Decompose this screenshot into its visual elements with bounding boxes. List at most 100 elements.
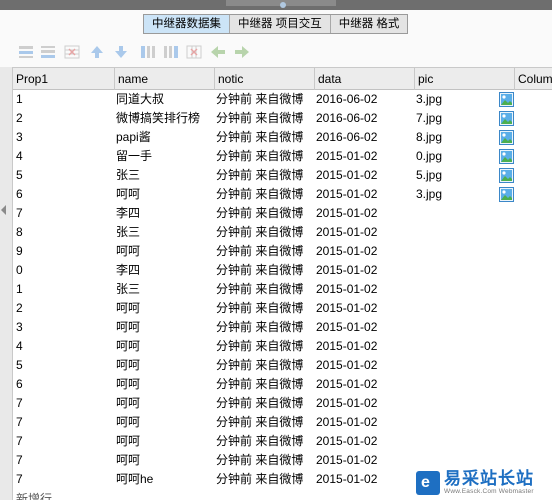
- cell-name[interactable]: 李四: [113, 204, 213, 223]
- table-row[interactable]: 0 李四 分钟前 来自微博 2015-01-02: [13, 261, 552, 280]
- cell-pic[interactable]: [413, 318, 493, 337]
- cell-data[interactable]: 2015-01-02: [313, 166, 413, 185]
- add-row-above-icon[interactable]: [18, 45, 34, 59]
- cell-prop1[interactable]: 9: [13, 242, 113, 261]
- cell-prop1[interactable]: 6: [13, 185, 113, 204]
- cell-data[interactable]: 2016-06-02: [313, 128, 413, 147]
- cell-data[interactable]: 2015-01-02: [313, 280, 413, 299]
- cell-name[interactable]: 呵呵: [113, 242, 213, 261]
- table-row[interactable]: 6 呵呵 分钟前 来自微博 2015-01-02: [13, 375, 552, 394]
- cell-pic[interactable]: [413, 356, 493, 375]
- move-right-icon[interactable]: [234, 45, 250, 59]
- cell-pic[interactable]: [413, 223, 493, 242]
- cell-notic[interactable]: 分钟前 来自微博: [213, 337, 313, 356]
- cell-notic[interactable]: 分钟前 来自微博: [213, 299, 313, 318]
- cell-notic[interactable]: 分钟前 来自微博: [213, 147, 313, 166]
- cell-notic[interactable]: 分钟前 来自微博: [213, 413, 313, 432]
- cell-pic[interactable]: [413, 337, 493, 356]
- cell-prop1[interactable]: 7: [13, 394, 113, 413]
- cell-name[interactable]: 微博搞笑排行榜: [113, 109, 213, 128]
- cell-name[interactable]: 呵呵: [113, 413, 213, 432]
- table-row[interactable]: 7 呵呵 分钟前 来自微博 2015-01-02: [13, 413, 552, 432]
- column-header-prop1[interactable]: Prop1: [13, 68, 115, 90]
- table-row[interactable]: 1 同道大叔 分钟前 来自微博 2016-06-02 3.jpg: [13, 90, 552, 109]
- cell-pic[interactable]: [413, 394, 493, 413]
- cell-prop1[interactable]: 5: [13, 166, 113, 185]
- table-row[interactable]: 7 呵呵 分钟前 来自微博 2015-01-02: [13, 394, 552, 413]
- cell-name[interactable]: 同道大叔: [113, 90, 213, 109]
- add-column-right-icon[interactable]: [163, 45, 179, 59]
- cell-prop1[interactable]: 4: [13, 147, 113, 166]
- cell-pic[interactable]: 5.jpg: [413, 166, 493, 185]
- cell-pic[interactable]: [413, 299, 493, 318]
- cell-name[interactable]: 呵呵: [113, 299, 213, 318]
- cell-prop1[interactable]: 1: [13, 90, 113, 109]
- cell-notic[interactable]: 分钟前 来自微博: [213, 394, 313, 413]
- tab-repeater-dataset[interactable]: 中继器数据集: [144, 15, 230, 33]
- cell-data[interactable]: 2015-01-02: [313, 375, 413, 394]
- cell-prop1[interactable]: 7: [13, 204, 113, 223]
- cell-prop1[interactable]: 2: [13, 299, 113, 318]
- cell-pic[interactable]: 3.jpg: [413, 90, 493, 109]
- table-row[interactable]: 2 微博搞笑排行榜 分钟前 来自微博 2016-06-02 7.jpg: [13, 109, 552, 128]
- column-header-pic[interactable]: pic: [415, 68, 515, 90]
- table-row[interactable]: 5 呵呵 分钟前 来自微博 2015-01-02: [13, 356, 552, 375]
- cell-name[interactable]: papi酱: [113, 128, 213, 147]
- cell-prop1[interactable]: 7: [13, 470, 113, 489]
- cell-data[interactable]: 2015-01-02: [313, 242, 413, 261]
- image-thumbnail-icon[interactable]: [499, 149, 514, 164]
- cell-name[interactable]: 呵呵: [113, 318, 213, 337]
- cell-data[interactable]: 2015-01-02: [313, 318, 413, 337]
- cell-pic[interactable]: [413, 375, 493, 394]
- cell-data[interactable]: 2015-01-02: [313, 223, 413, 242]
- cell-pic[interactable]: [413, 261, 493, 280]
- cell-notic[interactable]: 分钟前 来自微博: [213, 451, 313, 470]
- cell-pic[interactable]: 3.jpg: [413, 185, 493, 204]
- cell-notic[interactable]: 分钟前 来自微博: [213, 166, 313, 185]
- table-row[interactable]: 1 张三 分钟前 来自微博 2015-01-02: [13, 280, 552, 299]
- cell-prop1[interactable]: 7: [13, 432, 113, 451]
- image-thumbnail-icon[interactable]: [499, 130, 514, 145]
- cell-pic[interactable]: 7.jpg: [413, 109, 493, 128]
- table-row[interactable]: 9 呵呵 分钟前 来自微博 2015-01-02: [13, 242, 552, 261]
- cell-pic[interactable]: [413, 204, 493, 223]
- cell-pic[interactable]: 8.jpg: [413, 128, 493, 147]
- column-header-notic[interactable]: notic: [215, 68, 315, 90]
- cell-pic[interactable]: [413, 280, 493, 299]
- cell-notic[interactable]: 分钟前 来自微博: [213, 128, 313, 147]
- cell-data[interactable]: 2015-01-02: [313, 299, 413, 318]
- cell-notic[interactable]: 分钟前 来自微博: [213, 185, 313, 204]
- cell-prop1[interactable]: 6: [13, 375, 113, 394]
- cell-notic[interactable]: 分钟前 来自微博: [213, 242, 313, 261]
- cell-name[interactable]: 呵呵he: [113, 470, 213, 489]
- cell-name[interactable]: 呵呵: [113, 432, 213, 451]
- cell-name[interactable]: 张三: [113, 166, 213, 185]
- cell-data[interactable]: 2015-01-02: [313, 394, 413, 413]
- cell-notic[interactable]: 分钟前 来自微博: [213, 109, 313, 128]
- cell-name[interactable]: 呵呵: [113, 375, 213, 394]
- cell-prop1[interactable]: 3: [13, 318, 113, 337]
- cell-notic[interactable]: 分钟前 来自微博: [213, 261, 313, 280]
- column-header-column[interactable]: Colum: [515, 68, 552, 90]
- delete-column-icon[interactable]: [186, 45, 202, 59]
- table-row[interactable]: 6 呵呵 分钟前 来自微博 2015-01-02 3.jpg: [13, 185, 552, 204]
- table-row[interactable]: 3 papi酱 分钟前 来自微博 2016-06-02 8.jpg: [13, 128, 552, 147]
- cell-prop1[interactable]: 7: [13, 413, 113, 432]
- cell-data[interactable]: 2015-01-02: [313, 185, 413, 204]
- table-row[interactable]: 7 呵呵 分钟前 来自微博 2015-01-02: [13, 432, 552, 451]
- image-thumbnail-icon[interactable]: [499, 187, 514, 202]
- table-row[interactable]: 2 呵呵 分钟前 来自微博 2015-01-02: [13, 299, 552, 318]
- move-left-icon[interactable]: [210, 45, 226, 59]
- tab-repeater-format[interactable]: 中继器 格式: [330, 15, 408, 33]
- cell-name[interactable]: 呵呵: [113, 356, 213, 375]
- table-row[interactable]: 7 李四 分钟前 来自微博 2015-01-02: [13, 204, 552, 223]
- cell-notic[interactable]: 分钟前 来自微博: [213, 318, 313, 337]
- image-thumbnail-icon[interactable]: [499, 111, 514, 126]
- table-row[interactable]: 8 张三 分钟前 来自微博 2015-01-02: [13, 223, 552, 242]
- table-row[interactable]: 5 张三 分钟前 来自微博 2015-01-02 5.jpg: [13, 166, 552, 185]
- cell-name[interactable]: 张三: [113, 223, 213, 242]
- cell-name[interactable]: 呵呵: [113, 185, 213, 204]
- cell-data[interactable]: 2015-01-02: [313, 470, 413, 489]
- cell-notic[interactable]: 分钟前 来自微博: [213, 432, 313, 451]
- cell-prop1[interactable]: 2: [13, 109, 113, 128]
